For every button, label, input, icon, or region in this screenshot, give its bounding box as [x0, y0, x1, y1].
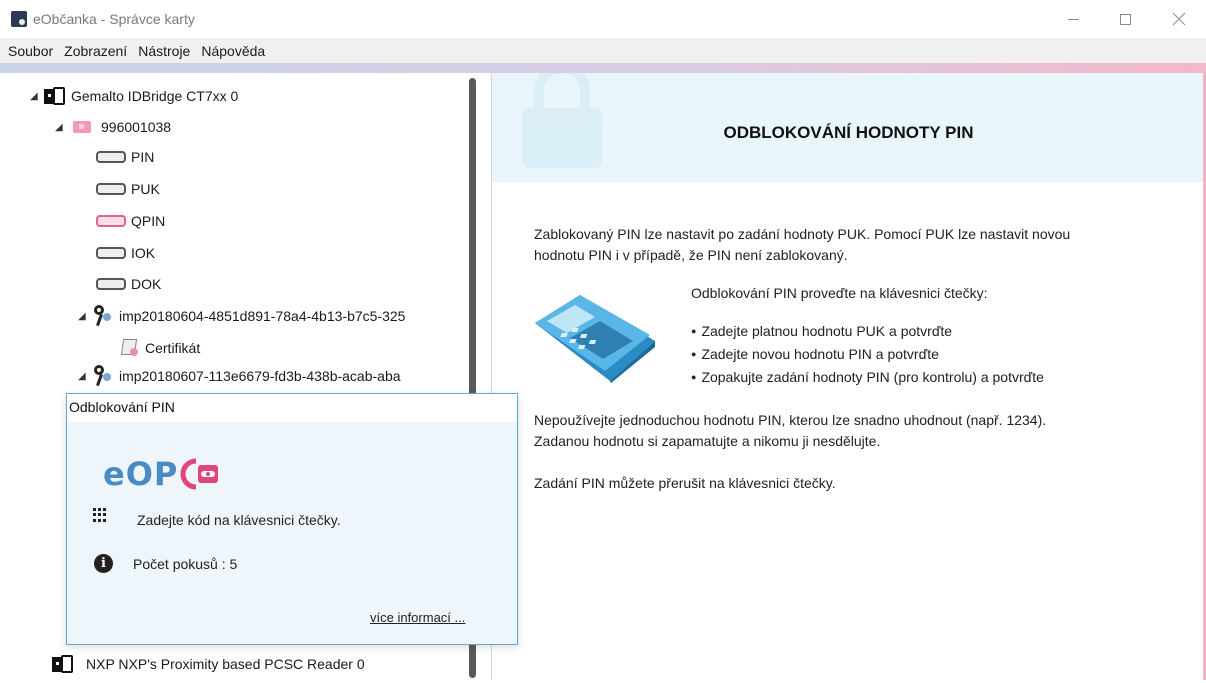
menu-napoveda[interactable]: Nápověda: [196, 43, 270, 59]
tree-node-label: NXP NXP's Proximity based PCSC Reader 0: [86, 656, 365, 672]
pin-key-icon: [96, 151, 126, 163]
dialog-prompt: Zadejte kód na klávesnici čtečky.: [137, 512, 341, 528]
tree-node-label: DOK: [131, 276, 162, 292]
tree-node-label: imp20180604-4851d891-78a4-4b13-b7c5-325: [119, 308, 406, 324]
tree-node-label: QPIN: [131, 213, 166, 229]
tree-node-cert1[interactable]: ◢ imp20180604-4851d891-78a4-4b13-b7c5-32…: [78, 304, 405, 328]
tree-node-label: 996001038: [101, 119, 172, 135]
dialog-title: Odblokování PIN: [67, 394, 517, 422]
eop-badge-icon: [180, 458, 219, 490]
detail-pane: ODBLOKOVÁNÍ HODNOTY PIN Zablokovaný PIN …: [491, 73, 1205, 680]
app-icon: [11, 11, 27, 27]
dok-key-icon: [96, 278, 126, 290]
collapse-arrow-icon[interactable]: ◢: [78, 371, 92, 382]
title-bar: eObčanka - Správce karty: [0, 0, 1206, 38]
window-title: eObčanka - Správce karty: [33, 11, 195, 27]
tree-node-label: Gemalto IDBridge CT7xx 0: [71, 88, 239, 104]
tree-node-label: Certifikát: [145, 340, 201, 356]
iok-key-icon: [96, 247, 126, 259]
tree-node-dok[interactable]: DOK: [96, 272, 161, 296]
cancel-note: Zadání PIN můžete přerušit na klávesnici…: [534, 475, 836, 491]
intro-line-2: hodnotu PIN i v případě, že PIN není zab…: [534, 247, 848, 263]
warning-line-1: Nepoužívejte jednoduchou hodnotu PIN, kt…: [534, 412, 1047, 428]
eop-logo-text: eOP: [103, 455, 179, 493]
steps-list: Zadejte platnou hodnotu PUK a potvrďte Z…: [691, 321, 1044, 390]
intro-line-1: Zablokovaný PIN lze nastavit po zadání h…: [534, 226, 1071, 242]
certificate-key-icon: [92, 365, 114, 387]
detail-header: ODBLOKOVÁNÍ HODNOTY PIN: [492, 73, 1205, 182]
maximize-icon: [1119, 13, 1131, 25]
menu-zobrazeni[interactable]: Zobrazení: [59, 43, 132, 59]
app-window: eObčanka - Správce karty Soubor Zobrazen…: [0, 0, 1206, 683]
tree-node-reader[interactable]: ◢ Gemalto IDBridge CT7xx 0: [30, 84, 238, 108]
card-reader-icon: [44, 87, 66, 105]
certificate-key-icon: [92, 305, 114, 327]
more-info-link[interactable]: více informací ...: [370, 610, 465, 625]
unblock-pin-dialog: Odblokování PIN eOP Zadejte kód na kláve…: [66, 393, 518, 645]
tree-node-pin[interactable]: PIN: [96, 145, 154, 169]
tree-node-label: IOK: [131, 245, 156, 261]
tree-node-puk[interactable]: PUK: [96, 177, 160, 201]
info-icon: i: [94, 554, 113, 573]
menu-nastroje[interactable]: Nástroje: [133, 43, 195, 59]
maximize-button[interactable]: [1102, 0, 1148, 38]
warning-line-2: Zadanou hodnotu si zapamatujte a nikomu …: [534, 433, 881, 449]
instruction-text: Odblokování PIN proveďte na klávesnici č…: [691, 285, 988, 301]
keypad-icon: [93, 508, 107, 522]
minimize-icon: [1067, 18, 1079, 20]
collapse-arrow-icon[interactable]: ◢: [55, 122, 69, 133]
tree-node-iok[interactable]: IOK: [96, 241, 155, 265]
list-item: Zadejte platnou hodnotu PUK a potvrďte: [691, 321, 1044, 344]
list-item: Zadejte novou hodnotu PIN a potvrďte: [691, 344, 1044, 367]
pin-pad-reader-image: [535, 295, 655, 383]
tree-node-certificate[interactable]: Certifikát: [120, 336, 200, 360]
tree-node-card[interactable]: ◢ 996001038: [55, 115, 171, 139]
menu-soubor[interactable]: Soubor: [3, 43, 58, 59]
tree-node-label: PUK: [131, 181, 160, 197]
attempts-count: Počet pokusů : 5: [133, 556, 238, 572]
tree-node-label: PIN: [131, 149, 155, 165]
eop-logo: eOP: [103, 455, 220, 493]
certificate-document-icon: [120, 338, 140, 358]
intro-text: Zablokovaný PIN lze nastavit po zadání h…: [534, 224, 1070, 266]
close-icon: [1172, 12, 1186, 26]
puk-key-icon: [96, 183, 126, 195]
minimize-button[interactable]: [1050, 0, 1096, 38]
close-button[interactable]: [1156, 0, 1202, 38]
header-strip: [0, 63, 1206, 73]
tree-node-reader2[interactable]: NXP NXP's Proximity based PCSC Reader 0: [52, 652, 365, 676]
collapse-arrow-icon[interactable]: ◢: [30, 91, 44, 102]
qpin-key-icon: [96, 215, 126, 227]
tree-node-cert2[interactable]: ◢ imp20180607-113e6679-fd3b-438b-acab-ab…: [78, 364, 401, 388]
warning-text: Nepoužívejte jednoduchou hodnotu PIN, kt…: [534, 410, 1046, 452]
detail-title: ODBLOKOVÁNÍ HODNOTY PIN: [723, 123, 974, 142]
tree-node-qpin[interactable]: QPIN: [96, 209, 165, 233]
card-reader-icon: [52, 655, 74, 673]
collapse-arrow-icon[interactable]: ◢: [78, 311, 92, 322]
menu-bar: Soubor Zobrazení Nástroje Nápověda: [0, 38, 1206, 63]
smart-card-icon: [73, 121, 91, 133]
list-item: Zopakujte zadání hodnoty PIN (pro kontro…: [691, 367, 1043, 390]
tree-node-label: imp20180607-113e6679-fd3b-438b-acab-aba: [119, 368, 401, 384]
